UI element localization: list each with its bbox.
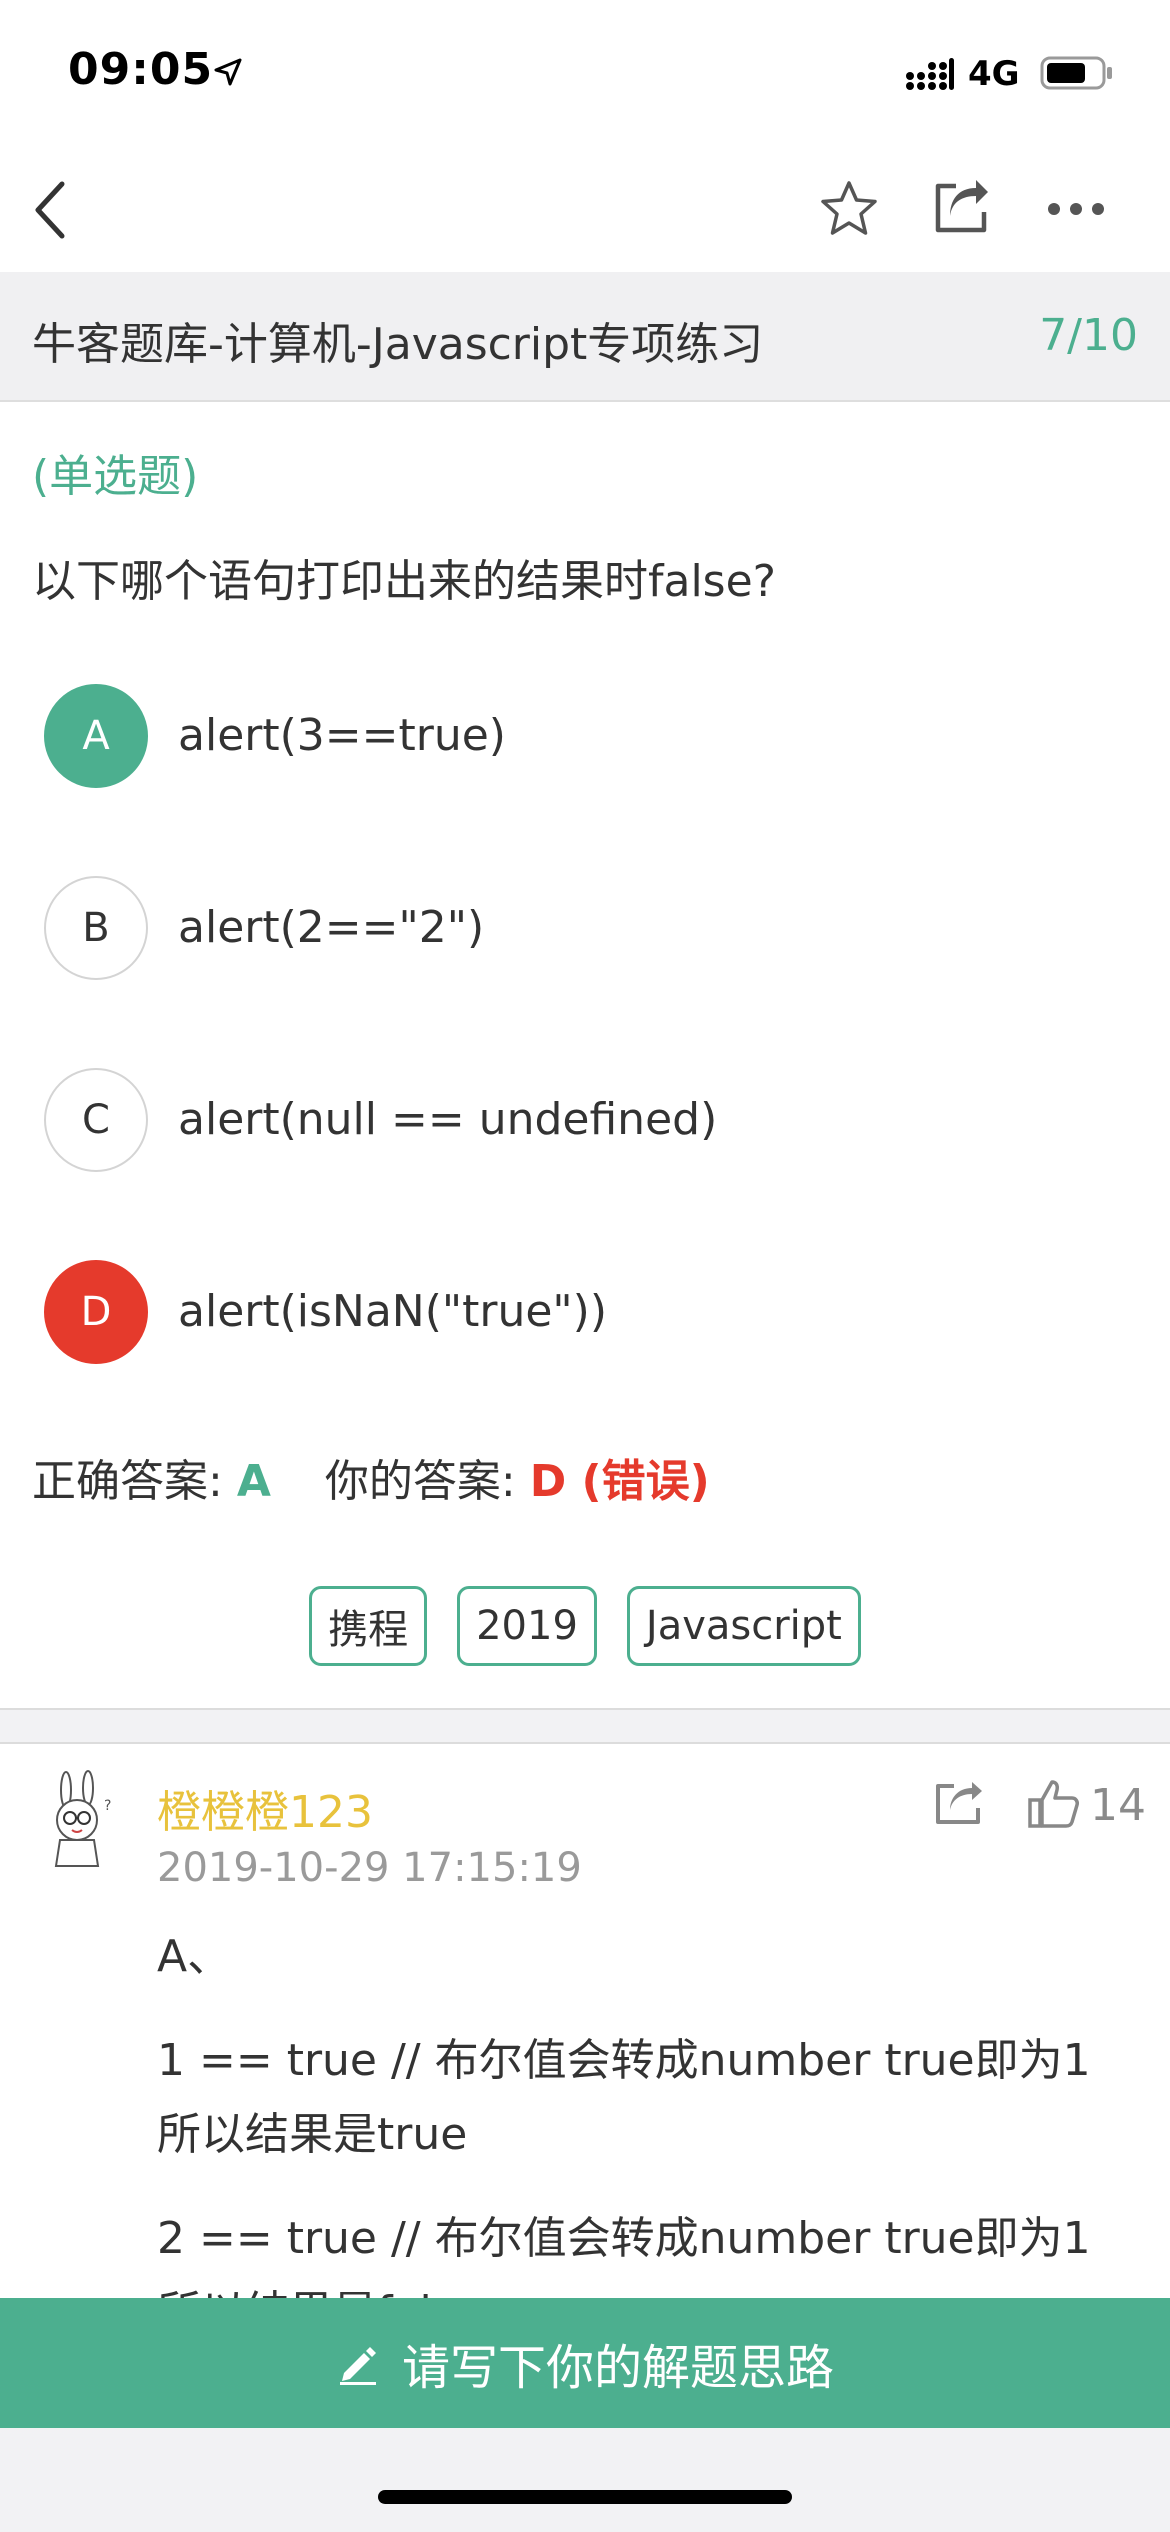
- status-time: 09:05: [68, 44, 214, 95]
- option-letter: A: [44, 684, 148, 788]
- section-divider: [0, 1708, 1170, 1744]
- back-icon[interactable]: [30, 180, 70, 240]
- comment-username[interactable]: 橙橙橙123: [157, 1776, 373, 1840]
- option-text: alert(isNaN("true")): [178, 1286, 607, 1337]
- your-answer-value: D (错误): [529, 1456, 710, 1507]
- share-icon[interactable]: [930, 176, 992, 238]
- write-solution-button[interactable]: 请写下你的解题思路: [0, 2298, 1170, 2428]
- like-count: 14: [1090, 1780, 1146, 1831]
- comment-paragraph: 1 == true // 布尔值会转成number true即为1 所以结果是t…: [157, 2035, 1091, 2160]
- option-c[interactable]: C alert(null == undefined): [44, 1068, 1134, 1172]
- option-b[interactable]: B alert(2=="2"): [44, 876, 1134, 980]
- option-text: alert(null == undefined): [178, 1094, 718, 1145]
- practice-title: 牛客题库-计算机-Javascript专项练习: [32, 319, 764, 370]
- question-progress: 7/10: [1039, 310, 1138, 361]
- practice-header: 牛客题库-计算机-Javascript专项练习 7/10: [0, 272, 1170, 402]
- more-icon[interactable]: [1045, 190, 1107, 228]
- battery-icon: [1040, 56, 1112, 90]
- option-text: alert(2=="2"): [178, 902, 485, 953]
- comment-paragraph: A、: [157, 1931, 232, 1982]
- option-letter: C: [44, 1068, 148, 1172]
- correct-answer-value: A: [236, 1456, 271, 1507]
- svg-text:?: ?: [104, 1798, 111, 1814]
- tag-list: 携程 2019 Javascript: [0, 1586, 1170, 1666]
- option-text: alert(3==true): [178, 710, 506, 761]
- answer-result: 正确答案: A 你的答案: D (错误): [32, 1445, 710, 1509]
- location-arrow-icon: [214, 58, 242, 86]
- avatar[interactable]: ?: [40, 1770, 124, 1874]
- tag[interactable]: 携程: [309, 1586, 428, 1666]
- your-answer-label: 你的答案:: [324, 1456, 516, 1507]
- home-area: [0, 2428, 1170, 2532]
- network-type: 4G: [968, 54, 1020, 94]
- tag[interactable]: Javascript: [626, 1586, 861, 1666]
- question-type: (单选题): [32, 451, 199, 502]
- home-indicator[interactable]: [378, 2490, 792, 2504]
- share-icon[interactable]: [932, 1778, 986, 1828]
- option-d[interactable]: D alert(isNaN("true")): [44, 1260, 1134, 1364]
- signal-icon: [906, 58, 954, 90]
- write-solution-label: 请写下你的解题思路: [401, 2340, 834, 2396]
- option-letter: B: [44, 876, 148, 980]
- option-letter: D: [44, 1260, 148, 1364]
- thumb-up-icon[interactable]: [1026, 1776, 1080, 1830]
- status-bar: 09:05 4G: [0, 0, 1170, 140]
- pencil-icon: [339, 2347, 376, 2385]
- comment-date: 2019-10-29 17:15:19: [157, 1845, 582, 1891]
- correct-answer-label: 正确答案:: [32, 1456, 223, 1507]
- option-a[interactable]: A alert(3==true): [44, 684, 1134, 788]
- question-text: 以下哪个语句打印出来的结果时false?: [32, 556, 777, 607]
- star-icon[interactable]: [818, 178, 880, 240]
- tag[interactable]: 2019: [457, 1586, 597, 1666]
